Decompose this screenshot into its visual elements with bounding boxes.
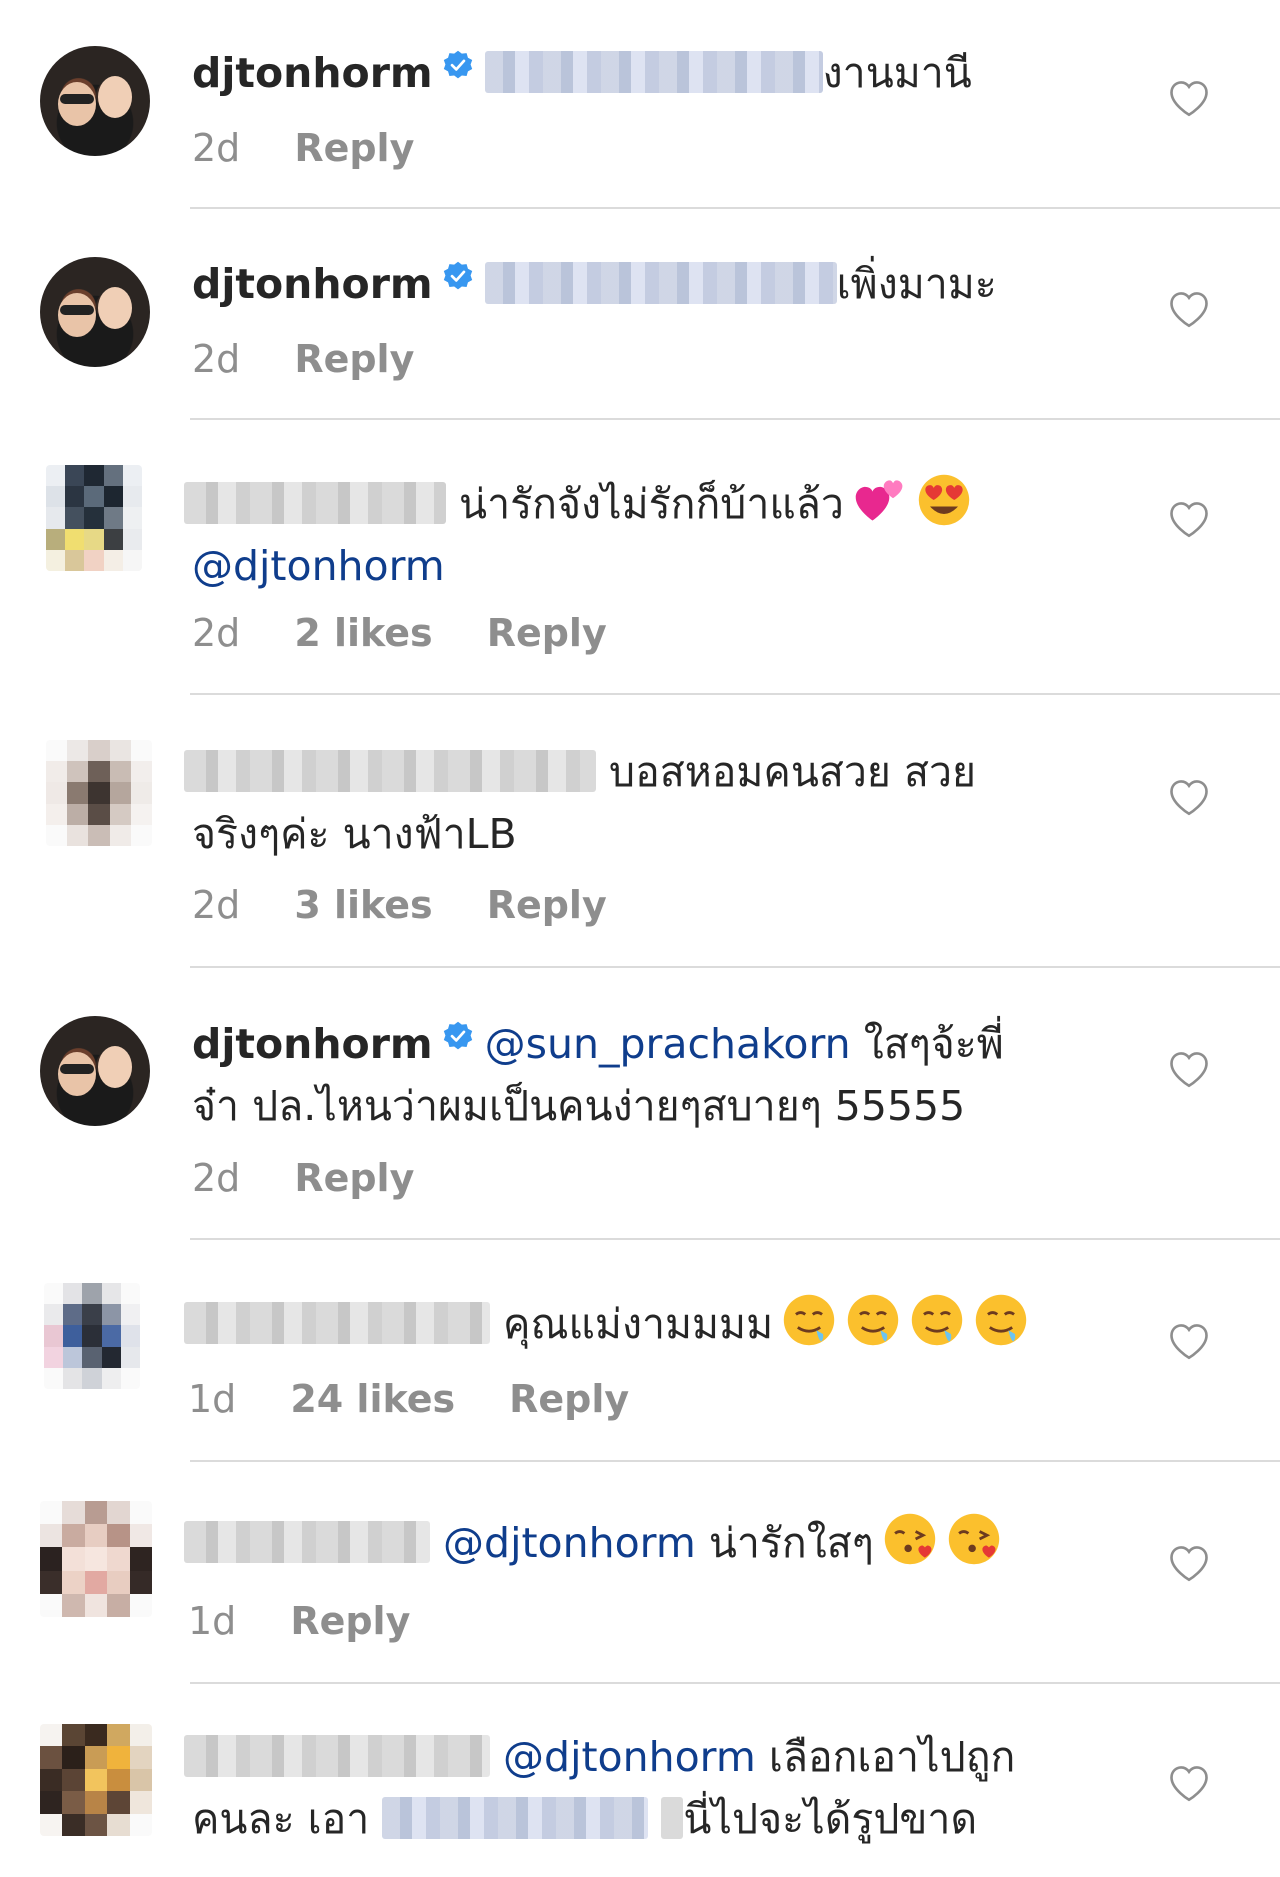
drooling-face-emoji-icon <box>911 1294 963 1346</box>
heart-outline-icon[interactable] <box>1168 1543 1210 1585</box>
comment-text: งานมานี <box>822 49 972 97</box>
comment-meta: 2d Reply <box>192 337 468 381</box>
heart-outline-icon[interactable] <box>1168 1321 1210 1363</box>
comment-username[interactable]: djtonhorm <box>192 260 433 308</box>
heart-outline-icon[interactable] <box>1168 777 1210 819</box>
mention-link[interactable]: @djtonhorm <box>443 1519 696 1567</box>
redacted-username <box>184 1735 490 1777</box>
heart-outline-icon[interactable] <box>1168 1763 1210 1805</box>
likes-count[interactable]: 24 likes <box>290 1377 455 1421</box>
heart-outline-icon[interactable] <box>1168 1049 1210 1091</box>
mention-link[interactable]: @djtonhorm <box>192 542 445 590</box>
comment-text: บอสหอมคนสวย สวย <box>609 748 977 796</box>
verified-badge-icon <box>443 50 472 79</box>
avatar[interactable] <box>40 1016 150 1126</box>
redacted-username <box>184 1521 430 1563</box>
comment-time: 2d <box>192 1156 241 1200</box>
comment-time: 1d <box>188 1377 237 1421</box>
avatar[interactable] <box>44 1283 140 1389</box>
two-hearts-emoji-icon <box>855 480 903 521</box>
face-blowing-kiss-emoji-icon <box>948 1513 999 1565</box>
comment-text: เลือกเอาไปถูก <box>768 1733 1016 1781</box>
comment-text: จ๋า ปล.ไหนว่าผมเป็นคนง่ายๆสบายๆ 55555 <box>192 1082 966 1130</box>
comment-meta: 2d Reply <box>192 126 468 170</box>
comment-text: นี่ไปจะได้รูปขาด <box>683 1795 978 1843</box>
avatar[interactable] <box>46 465 142 571</box>
verified-badge-icon <box>443 261 472 290</box>
reply-button[interactable]: Reply <box>294 1156 414 1200</box>
avatar[interactable] <box>40 46 150 156</box>
mention-link[interactable]: @sun_prachakorn <box>485 1020 851 1068</box>
divider <box>190 966 1280 968</box>
reply-button[interactable]: Reply <box>290 1599 410 1643</box>
mention-link[interactable]: @djtonhorm <box>503 1733 756 1781</box>
comment-text: จริงๆค่ะ นางฟ้าLB <box>192 810 517 858</box>
comment-meta: 1d 24 likes Reply <box>188 1377 683 1421</box>
comment-text: น่ารักใสๆ <box>708 1519 874 1567</box>
heart-eyes-emoji-icon <box>918 474 970 526</box>
drooling-face-emoji-icon <box>783 1294 835 1346</box>
reply-button[interactable]: Reply <box>509 1377 629 1421</box>
reply-button[interactable]: Reply <box>294 337 414 381</box>
comment-time: 2d <box>192 337 241 381</box>
heart-outline-icon[interactable] <box>1168 78 1210 120</box>
divider <box>190 1682 1280 1684</box>
redacted-text <box>484 51 823 93</box>
comment-username[interactable]: djtonhorm <box>192 49 433 97</box>
comment-text: คุณแม่งามมมม <box>503 1300 774 1348</box>
divider <box>190 207 1280 209</box>
avatar[interactable] <box>40 257 150 367</box>
redacted-text <box>484 262 837 304</box>
likes-count[interactable]: 3 likes <box>294 883 432 927</box>
comment-time: 1d <box>188 1599 237 1643</box>
reply-button[interactable]: Reply <box>487 611 607 655</box>
heart-outline-icon[interactable] <box>1168 499 1210 541</box>
comment-text: น่ารักจังไม่รักก็บ้าแล้ว <box>459 480 844 528</box>
avatar[interactable] <box>46 740 152 846</box>
redacted-text <box>661 1797 684 1839</box>
redacted-username <box>184 750 596 792</box>
redacted-text <box>382 1797 649 1839</box>
likes-count[interactable]: 2 likes <box>294 611 432 655</box>
avatar[interactable] <box>40 1724 152 1836</box>
comment-text: คนละ เอา <box>192 1795 370 1843</box>
drooling-face-emoji-icon <box>847 1294 899 1346</box>
divider <box>190 693 1280 695</box>
verified-badge-icon <box>443 1021 472 1050</box>
face-blowing-kiss-emoji-icon <box>884 1513 935 1565</box>
comment-meta: 2d 3 likes Reply <box>192 883 661 927</box>
redacted-username <box>184 1302 490 1344</box>
comment-text: เพิ่งมามะ <box>836 260 997 308</box>
comment-time: 2d <box>192 126 241 170</box>
comment-meta: 1d Reply <box>188 1599 464 1643</box>
divider <box>190 418 1280 420</box>
drooling-face-emoji-icon <box>975 1294 1027 1346</box>
comment-text: ใสๆจ้ะพี่ <box>863 1020 1004 1068</box>
comment-username[interactable]: djtonhorm <box>192 1020 433 1068</box>
redacted-username <box>184 482 446 524</box>
divider <box>190 1460 1280 1462</box>
comment-meta: 2d Reply <box>192 1156 468 1200</box>
divider <box>190 1238 1280 1240</box>
comment-time: 2d <box>192 611 241 655</box>
comment-meta: 2d 2 likes Reply <box>192 611 661 655</box>
reply-button[interactable]: Reply <box>487 883 607 927</box>
heart-outline-icon[interactable] <box>1168 289 1210 331</box>
comment-time: 2d <box>192 883 241 927</box>
reply-button[interactable]: Reply <box>294 126 414 170</box>
avatar[interactable] <box>40 1501 152 1617</box>
